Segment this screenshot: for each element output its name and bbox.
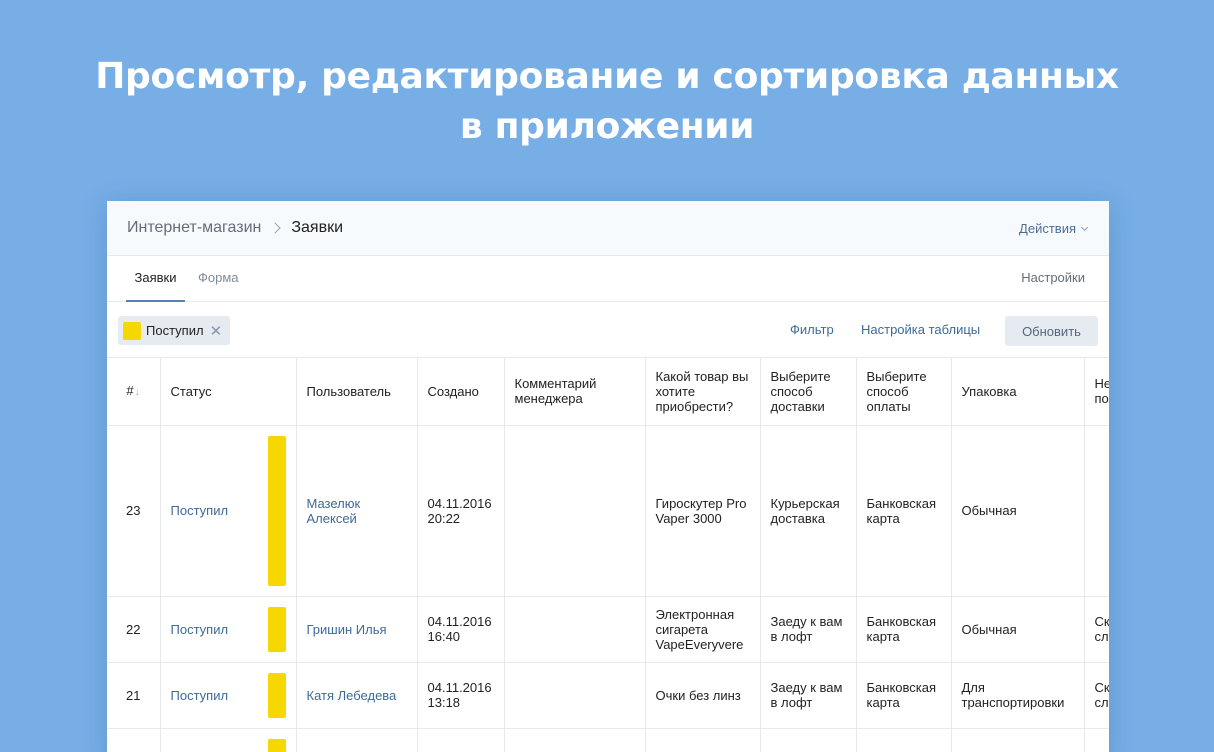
hero-title-line-1: Просмотр, редактирование и сортировка да… xyxy=(95,56,1119,97)
created-time: 13:18 xyxy=(427,695,461,710)
status-link[interactable]: Поступил xyxy=(171,622,229,637)
status-color-bar xyxy=(267,606,286,652)
product-cell: Очки без линз xyxy=(645,662,761,729)
packaging-cell: Обычная xyxy=(951,425,1085,597)
column-header-comment[interactable]: Комментарий менеджера xyxy=(504,358,646,426)
header-bar: Интернет-магазин Заявки Действия xyxy=(107,201,1109,256)
hero-title-line-2: в приложении xyxy=(459,106,755,147)
payment-cell: Банковская карта xyxy=(856,596,952,663)
requests-table: #↓ Статус Пользователь Создано Комментар… xyxy=(107,358,1109,752)
payment-cell: Банковская карта xyxy=(856,662,952,729)
packaging-cell xyxy=(951,728,1085,752)
tab-form[interactable]: Форма xyxy=(192,256,245,302)
user-link[interactable]: Катя Лебедева xyxy=(307,688,397,703)
status-cell: Поступил xyxy=(160,425,297,597)
toolbar: Поступил ✕ Фильтр Настройка таблицы Обно… xyxy=(107,302,1109,358)
tab-requests[interactable]: Заявки xyxy=(126,256,185,302)
row-id: 22 xyxy=(107,596,161,663)
table-row[interactable]: 23 Поступил Мазелюк Алексей 04.11.2016 20… xyxy=(107,425,1109,597)
delivery-cell xyxy=(760,728,857,752)
status-cell: Поступил xyxy=(160,596,297,663)
comment-cell xyxy=(504,425,646,597)
row-id xyxy=(107,728,161,752)
app-window: Интернет-магазин Заявки Действия Заявки … xyxy=(107,201,1109,752)
hero-title: Просмотр, редактирование и сортировка да… xyxy=(0,52,1214,152)
status-link[interactable]: Поступил xyxy=(171,503,229,518)
user-cell: Мазелюк Алексей xyxy=(296,425,418,597)
table-row[interactable]: 21 Поступил Катя Лебедева 04.11.2016 13:1… xyxy=(107,662,1109,729)
column-header-status[interactable]: Статус xyxy=(160,358,297,426)
sort-arrow-icon: ↓ xyxy=(134,385,141,398)
row-id: 23 xyxy=(107,425,161,597)
user-cell: Катя Лебедева xyxy=(296,662,418,729)
column-header-extra[interactable]: Не по xyxy=(1084,358,1109,426)
comment-cell xyxy=(504,662,646,729)
refresh-button[interactable]: Обновить xyxy=(1005,316,1098,346)
breadcrumb-chevron-icon xyxy=(269,222,282,234)
delivery-cell: Заеду к вам в лофт xyxy=(760,662,857,729)
tabs-bar: Заявки Форма Настройки xyxy=(107,256,1109,302)
table-header-row: #↓ Статус Пользователь Создано Комментар… xyxy=(107,358,1109,426)
actions-dropdown[interactable]: Действия xyxy=(1019,221,1089,236)
actions-label: Действия xyxy=(1019,221,1076,236)
extra-cell xyxy=(1084,728,1109,752)
user-cell xyxy=(296,728,418,752)
product-cell xyxy=(645,728,761,752)
row-id: 21 xyxy=(107,662,161,729)
packaging-cell: Обычная xyxy=(951,596,1085,663)
payment-cell xyxy=(856,728,952,752)
table-settings-link[interactable]: Настройка таблицы xyxy=(861,322,980,337)
created-cell: 04.11.2016 13:18 xyxy=(417,662,505,729)
filter-link[interactable]: Фильтр xyxy=(790,322,834,337)
user-link[interactable]: Мазелюк Алексей xyxy=(307,496,361,526)
extra-cell: Ск сл то xyxy=(1084,662,1109,729)
status-cell: Поступил xyxy=(160,662,297,729)
settings-link[interactable]: Настройки xyxy=(1021,256,1085,300)
column-header-id[interactable]: #↓ xyxy=(107,358,161,426)
created-cell xyxy=(417,728,505,752)
delivery-cell: Курьерская доставка xyxy=(760,425,857,597)
created-date: 04.11.2016 xyxy=(427,495,492,511)
created-time: 20:22 xyxy=(427,510,461,526)
column-header-payment[interactable]: Выберите способ оплаты xyxy=(856,358,952,426)
product-cell: Электронная сигарета VapeEveryvere xyxy=(645,596,761,663)
status-filter-label: Поступил xyxy=(146,323,204,338)
column-header-created[interactable]: Создано xyxy=(417,358,505,426)
status-color-bar xyxy=(267,435,286,586)
comment-cell xyxy=(504,728,646,752)
chevron-down-icon xyxy=(1080,223,1089,231)
status-cell xyxy=(160,728,297,752)
column-header-packaging[interactable]: Упаковка xyxy=(951,358,1085,426)
created-cell: 04.11.2016 20:22 xyxy=(417,425,505,597)
created-date: 04.11.2016 xyxy=(427,614,492,629)
breadcrumb-current: Заявки xyxy=(291,219,344,236)
created-date: 04.11.2016 xyxy=(427,680,492,695)
user-link[interactable]: Гришин Илья xyxy=(307,622,387,637)
payment-cell: Банковская карта xyxy=(856,425,952,597)
status-color-bar xyxy=(267,672,286,718)
table-row[interactable] xyxy=(107,728,1109,752)
created-time: 16:40 xyxy=(427,629,461,644)
packaging-cell: Для транспортировки xyxy=(951,662,1085,729)
extra-cell: Ск сл то xyxy=(1084,596,1109,663)
close-icon[interactable]: ✕ xyxy=(210,322,223,340)
status-filter-chip[interactable]: Поступил ✕ xyxy=(118,316,231,345)
table-row[interactable]: 22 Поступил Гришин Илья 04.11.2016 16:40 … xyxy=(107,596,1109,663)
column-header-delivery[interactable]: Выберите способ доставки xyxy=(760,358,857,426)
column-header-product[interactable]: Какой товар вы хотите приобрести? xyxy=(645,358,761,426)
status-color-bar xyxy=(267,738,286,752)
status-color-swatch xyxy=(123,321,141,340)
comment-cell xyxy=(504,596,646,663)
delivery-cell: Заеду к вам в лофт xyxy=(760,596,857,663)
created-cell: 04.11.2016 16:40 xyxy=(417,596,505,663)
product-cell: Гироскутер Pro Vaper 3000 xyxy=(645,425,761,597)
extra-cell xyxy=(1084,425,1109,597)
user-cell: Гришин Илья xyxy=(296,596,418,663)
status-link[interactable]: Поступил xyxy=(171,688,229,703)
column-header-user[interactable]: Пользователь xyxy=(296,358,418,426)
breadcrumb-parent[interactable]: Интернет-магазин xyxy=(127,219,261,237)
